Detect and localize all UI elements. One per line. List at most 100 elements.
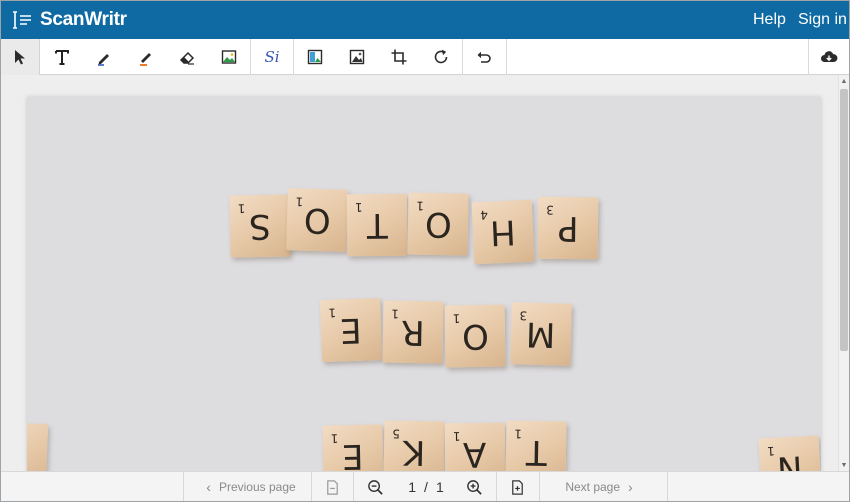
highlighter-tool-button[interactable]	[125, 39, 167, 75]
letter-tile: P3	[537, 196, 599, 260]
letter-tile: E1	[322, 424, 384, 471]
add-page-icon	[511, 479, 523, 495]
tile-letter: T	[366, 204, 388, 246]
page-navigation-bar: ‹ Previous page 1 / 1 Next page ›	[1, 471, 849, 501]
tile-letter: H	[489, 211, 517, 253]
app-header: ScanWritr Help Sign in	[1, 1, 849, 39]
letter-tile: H4	[471, 199, 535, 265]
undo-icon	[477, 51, 491, 63]
rotate-button[interactable]	[420, 39, 462, 75]
download-button[interactable]	[809, 39, 849, 75]
zoom-out-button[interactable]	[355, 472, 395, 501]
tile-score: 3	[519, 308, 528, 323]
app-window: ScanWritr Help Sign in Si S 1 O 1 T 1 O …	[0, 0, 850, 502]
tile-letter: E	[339, 309, 363, 351]
toolbar-separator	[506, 39, 507, 75]
tile-score: 1	[452, 311, 461, 326]
insert-image-button[interactable]	[208, 39, 250, 75]
image-adjust-button[interactable]	[294, 39, 336, 75]
pen-tool-button[interactable]	[83, 39, 125, 75]
zoom-in-button[interactable]	[454, 472, 494, 501]
tile-score: 1	[416, 198, 425, 213]
rotate-icon	[434, 49, 448, 64]
next-page-button[interactable]: Next page ›	[540, 472, 666, 501]
app-name: ScanWritr	[40, 9, 127, 30]
cloud-download-icon	[821, 51, 838, 62]
signature-tool-button[interactable]: Si	[251, 39, 293, 75]
tile-score: 1	[391, 306, 400, 321]
document-workspace[interactable]: S1 O1 T1 O1 H4 P3 E1 R1 O1 M3 E1 K5 A1 T…	[1, 75, 849, 471]
letter-tile: A1	[444, 422, 506, 471]
previous-page-button[interactable]: ‹ Previous page	[184, 472, 310, 501]
image-icon	[221, 50, 237, 64]
tile-letter: R	[400, 311, 426, 353]
tile-letter: K	[402, 431, 426, 471]
tile-letter: O	[461, 315, 489, 357]
tile-score: 1	[328, 305, 337, 320]
highlighter-icon	[140, 53, 151, 66]
next-page-label: Next page	[565, 480, 621, 494]
app-logo[interactable]: ScanWritr	[11, 8, 127, 32]
tile-score: 1	[452, 429, 461, 444]
chevron-left-icon: ‹	[206, 479, 211, 495]
tile-score: 1	[295, 194, 304, 209]
letter-tile: R1	[382, 300, 444, 364]
add-page-button[interactable]	[497, 472, 537, 501]
editor-toolbar: Si	[1, 39, 849, 75]
bottombar-separator	[353, 472, 354, 501]
image-filter-button[interactable]	[336, 39, 378, 75]
vertical-scrollbar[interactable]: ▲ ▼	[838, 75, 849, 471]
crop-icon	[391, 49, 407, 65]
scanwritr-logo-icon	[13, 11, 31, 29]
letter-tile: O1	[407, 192, 469, 256]
zoom-out-icon	[367, 479, 383, 495]
letter-tile: E1	[319, 297, 383, 363]
crop-tool-button[interactable]	[378, 39, 420, 75]
tile-letter: O	[424, 203, 452, 245]
tile-score: 1	[514, 426, 523, 441]
letter-tile: O1	[286, 188, 348, 252]
select-tool-button[interactable]	[1, 39, 40, 75]
page-indicator: 1 / 1	[401, 472, 451, 501]
letter-tile-partial	[27, 421, 49, 471]
pen-icon	[98, 54, 109, 66]
text-tool-button[interactable]	[41, 39, 83, 75]
tile-letter: S	[248, 205, 272, 247]
delete-page-icon	[326, 479, 338, 495]
eraser-tool-button[interactable]	[166, 39, 208, 75]
letter-tile: S1	[229, 194, 291, 258]
tile-score: 1	[237, 201, 246, 216]
previous-page-label: Previous page	[218, 480, 296, 494]
help-link[interactable]: Help	[753, 11, 786, 29]
tile-score: 1	[354, 200, 363, 215]
text-icon	[55, 50, 69, 65]
letter-tile: O1	[444, 304, 506, 368]
tile-letter: P	[557, 207, 579, 249]
tile-score: 1	[330, 431, 339, 446]
tile-score: 1	[766, 443, 776, 459]
letter-tile: T1	[505, 420, 567, 471]
tile-score: 4	[479, 207, 489, 222]
signin-link[interactable]: Sign in	[798, 11, 847, 29]
chevron-right-icon: ›	[628, 479, 633, 495]
scrollbar-thumb[interactable]	[840, 89, 848, 351]
tile-letter: E	[341, 435, 365, 471]
undo-button[interactable]	[463, 39, 505, 75]
tile-letter: O	[303, 199, 331, 241]
current-page[interactable]: 1	[408, 479, 416, 495]
tile-letter: N	[776, 447, 804, 471]
letter-tile: M3	[510, 302, 572, 366]
scroll-down-arrow-icon[interactable]: ▼	[839, 459, 849, 471]
total-pages: 1	[435, 479, 444, 495]
image-filter-icon	[349, 49, 365, 65]
zoom-in-icon	[466, 479, 482, 495]
tile-letter: A	[463, 433, 487, 471]
document-page[interactable]: S1 O1 T1 O1 H4 P3 E1 R1 O1 M3 E1 K5 A1 T…	[27, 97, 821, 471]
bottombar-separator	[667, 472, 668, 501]
scroll-up-arrow-icon[interactable]: ▲	[839, 75, 849, 87]
select-icon	[15, 50, 25, 65]
image-adjust-icon	[307, 49, 323, 65]
eraser-icon	[179, 51, 195, 65]
remove-page-button[interactable]	[312, 472, 352, 501]
tile-letter: M	[525, 313, 557, 355]
